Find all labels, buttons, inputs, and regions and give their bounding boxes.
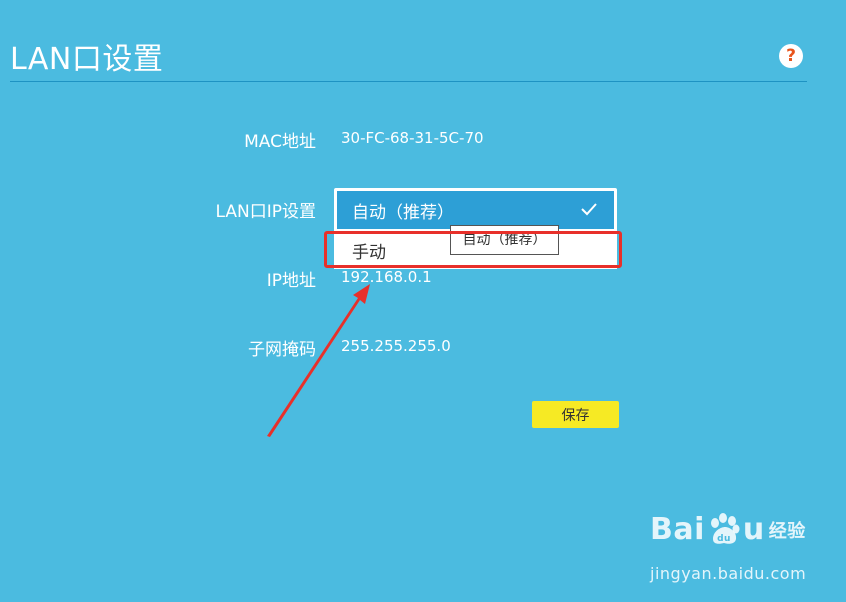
watermark-url: jingyan.baidu.com [650,564,807,583]
baidu-watermark: Bai du u 经验 jingyan.baidu.com [650,512,806,583]
svg-text:du: du [717,534,731,544]
watermark-brand-left: Bai [650,512,705,547]
baidu-paw-icon: du [710,512,740,544]
watermark-brand-sub: 经验 [768,520,806,542]
watermark-brand-right: u [742,512,765,547]
save-button[interactable]: 保存 [532,401,619,428]
